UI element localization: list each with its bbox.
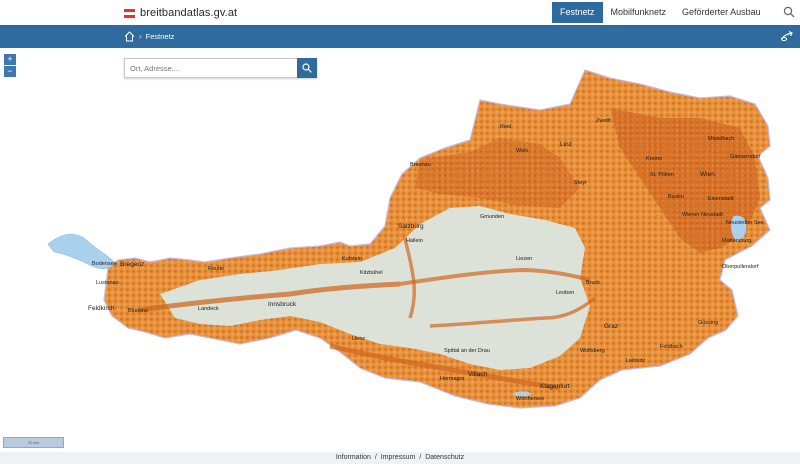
map-label: Landeck [198,306,219,312]
map-label: Kufstein [342,256,362,262]
map-label: Hallein [406,238,423,244]
search-submit-button[interactable] [297,58,317,78]
map-label: Bruck [586,280,600,286]
map-label: Reutte [208,266,224,272]
austria-flag-icon [124,8,135,18]
footer-link-datenschutz[interactable]: Datenschutz [424,454,465,461]
map-label: Bludenz [128,308,148,314]
map-label: Neusiedler See [726,220,764,226]
map-label: Mistelbach [708,136,734,142]
main-nav: Festnetz Mobilfunknetz Geförderter Ausba… [552,2,769,23]
austria-broadband-map[interactable]: Bregenz Bodensee Lustenau Feldkirch Blud… [0,48,800,452]
map-label: Gänserndorf [730,154,761,160]
map-label: Salzburg [398,223,424,230]
map-search [124,58,317,78]
search-icon[interactable] [783,6,795,18]
search-icon [302,63,312,73]
map-label: Klagenfurt [540,383,570,390]
map-label: Liezen [516,256,532,262]
share-icon[interactable] [780,30,794,43]
map-label: Mattersburg [722,238,751,244]
map-label: Spittal an der Drau [444,348,490,354]
nav-tab-festnetz[interactable]: Festnetz [552,2,603,23]
footer-separator: / [374,454,377,461]
zoom-in-button[interactable]: + [4,54,16,65]
map-label: Wiener Neustadt [682,212,723,218]
zoom-out-button[interactable]: − [4,66,16,77]
footer-link-information[interactable]: Information [335,454,372,461]
map-label: Feldkirch [88,305,115,312]
map-label: Wörthersee [516,396,544,402]
map-label: Oberpullendorf [722,264,759,270]
nav-tab-mobilfunknetz[interactable]: Mobilfunknetz [603,2,675,23]
map-label: Ried [500,124,511,130]
map-label: Feldbach [660,344,683,350]
home-icon[interactable] [124,31,135,42]
map-label: Innsbruck [268,301,297,308]
map-label: Wolfsberg [580,348,605,354]
map-label: Wien [700,171,715,178]
map-label: Leoben [556,290,574,296]
zoom-controls: + − [4,54,16,78]
map-label: St. Pölten [650,172,674,178]
map-label: Zwettl [596,118,611,124]
site-title: breitbandatlas.gv.at [140,7,238,19]
map-label: Villach [468,371,487,378]
map-label: Wels [516,148,528,154]
breadcrumb-bar: › Festnetz [0,25,800,48]
footer-separator: / [419,454,422,461]
map-label: Braunau [410,162,431,168]
map-label: Lienz [352,336,365,342]
breadcrumb-current: Festnetz [145,32,175,41]
map-label: Güssing [698,320,718,326]
map-label: Baden [668,194,684,200]
footer: Information / Impressum / Datenschutz [0,452,800,464]
map-label: Gmunden [480,214,504,220]
location-search-input[interactable] [125,59,297,77]
brand-logo[interactable]: breitbandatlas.gv.at [124,5,237,21]
map-label: Bregenz [120,261,144,268]
map-label: Bodensee [92,261,117,267]
map-label: Leibnitz [626,358,645,364]
nav-tab-gefoerderter-ausbau[interactable]: Geförderter Ausbau [674,2,769,23]
map-label: Krems [646,156,662,162]
map-label: Lustenau [96,280,119,286]
breadcrumb-separator: › [139,32,142,41]
footer-link-impressum[interactable]: Impressum [380,454,417,461]
map-scale-bar: 20 km [3,437,64,448]
map-label: Kitzbühel [360,270,383,276]
breadcrumb: › Festnetz [124,30,174,43]
map-label: Linz [560,141,572,148]
map-canvas[interactable]: Bregenz Bodensee Lustenau Feldkirch Blud… [0,48,800,452]
map-label: Steyr [574,180,587,186]
map-label: Eisenstadt [708,196,734,202]
top-header: breitbandatlas.gv.at Festnetz Mobilfunkn… [0,0,800,25]
map-label: Hermagor [440,376,465,382]
map-label: Graz [604,323,618,330]
